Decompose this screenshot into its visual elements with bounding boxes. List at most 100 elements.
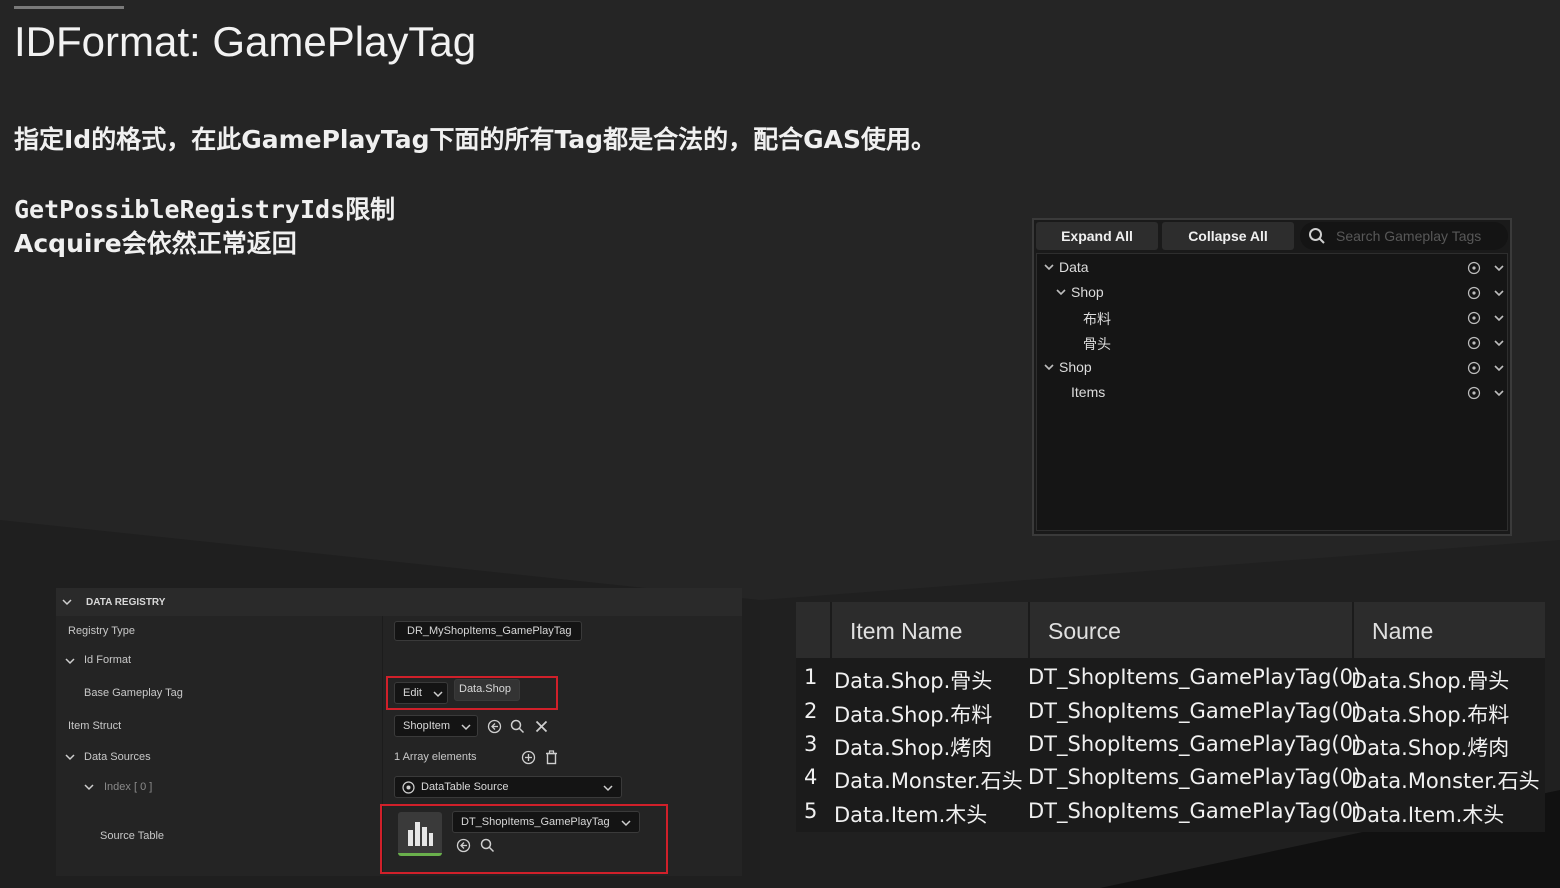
row-source: DT_ShopItems_GamePlayTag(0) [1028,765,1362,789]
row-index: 4 [804,765,818,789]
header-label: Item Name [850,618,963,644]
source-type-dropdown[interactable]: DataTable Source [394,776,622,798]
chevron-down-icon[interactable] [1493,362,1505,374]
datatable-source-icon [402,781,415,794]
chevron-down-icon[interactable] [65,656,75,666]
tag-row-shop-items[interactable]: Items [1037,381,1507,406]
gameplay-tag-picker: Expand All Collapse All Search Gameplay … [1032,218,1512,536]
add-tag-icon[interactable] [1467,311,1481,325]
chevron-down-icon [461,724,471,731]
chevron-down-icon[interactable] [1055,286,1067,298]
tag-row-shop[interactable]: Shop [1037,356,1507,381]
tag-row-data[interactable]: Data [1037,256,1507,281]
datatable-thumbnail[interactable] [398,812,442,856]
data-sources-row: Data Sources 1 Array elements [56,742,742,772]
chevron-down-icon[interactable] [1493,337,1505,349]
header-label: Source [1048,618,1121,644]
tag-row-data-shop[interactable]: Shop [1037,281,1507,306]
chevron-down-icon[interactable] [1493,312,1505,324]
row-index: 1 [804,665,818,689]
base-gameplay-tag-label: Base Gameplay Tag [84,687,183,699]
tag-search-input[interactable]: Search Gameplay Tags [1300,222,1508,250]
data-registry-header[interactable]: DATA REGISTRY [56,588,742,616]
chevron-down-icon [603,785,613,792]
item-struct-dropdown[interactable]: ShopItem [394,715,478,737]
registry-type-field[interactable]: DR_MyShopItems_GamePlayTag [394,621,582,641]
chevron-down-icon[interactable] [62,597,72,607]
row-item-name: Data.Shop.布料 [834,703,993,727]
edit-label: Edit [403,687,422,699]
row-index: 2 [804,699,818,723]
source-table-label: Source Table [100,830,165,842]
id-format-row: Id Format [56,646,742,676]
table-row[interactable]: 3 Data.Shop.烤肉 DT_ShopItems_GamePlayTag(… [796,729,1545,761]
table-header-name[interactable]: Name [1354,602,1545,658]
tag-tree: Data Shop 布料 骨头 Shop Items [1036,253,1508,531]
add-tag-icon[interactable] [1467,386,1481,400]
search-icon [1309,228,1325,244]
row-name: Data.Shop.布料 [1351,703,1510,727]
note-acquire: Acquire会依然正常返回 [14,229,297,258]
add-tag-icon[interactable] [1467,336,1481,350]
base-tag-value[interactable]: Data.Shop [454,679,520,701]
edit-tag-dropdown[interactable]: Edit [394,682,448,704]
id-format-label: Id Format [84,654,132,666]
base-gameplay-tag-row: Base Gameplay Tag Edit Data.Shop [56,676,742,710]
use-selected-icon[interactable] [487,719,502,734]
registry-results-table: Item Name Source Name 1 Data.Shop.骨头 DT_… [796,602,1545,832]
table-row[interactable]: 5 Data.Item.木头 DT_ShopItems_GamePlayTag(… [796,796,1545,828]
section-title: DATA REGISTRY [86,597,166,608]
chevron-down-icon[interactable] [1493,387,1505,399]
row-source: DT_ShopItems_GamePlayTag(0) [1028,799,1362,823]
chevron-down-icon [433,691,443,698]
slide-subtitle: 指定Id的格式，在此GamePlayTag下面的所有Tag都是合法的，配合GAS… [14,125,936,154]
add-tag-icon[interactable] [1467,261,1481,275]
clear-icon[interactable] [534,719,549,734]
top-accent-line [14,6,124,9]
row-index: 5 [804,799,818,823]
search-icon[interactable] [480,838,495,853]
chevron-down-icon[interactable] [1493,287,1505,299]
row-source: DT_ShopItems_GamePlayTag(0) [1028,699,1362,723]
chevron-down-icon[interactable] [65,752,75,762]
table-row[interactable]: 2 Data.Shop.布料 DT_ShopItems_GamePlayTag(… [796,696,1545,728]
source-table-dropdown[interactable]: DT_ShopItems_GamePlayTag [452,811,640,833]
tag-label: Items [1071,384,1106,400]
add-tag-icon[interactable] [1467,286,1481,300]
chevron-down-icon[interactable] [1493,262,1505,274]
tag-row-buliao[interactable]: 布料 [1037,306,1507,331]
note-possible-registry-ids: GetPossibleRegistryIds限制 [14,195,396,224]
row-name: Data.Monster.石头 [1351,769,1540,793]
tag-row-gutou[interactable]: 骨头 [1037,331,1507,356]
row-item-name: Data.Monster.石头 [834,769,1023,793]
table-header-item-name[interactable]: Item Name [832,602,1030,658]
tag-search-placeholder: Search Gameplay Tags [1336,228,1482,244]
table-row[interactable]: 1 Data.Shop.骨头 DT_ShopItems_GamePlayTag(… [796,662,1545,694]
table-row[interactable]: 4 Data.Monster.石头 DT_ShopItems_GamePlayT… [796,762,1545,794]
chevron-down-icon[interactable] [1043,261,1055,273]
add-element-icon[interactable] [521,750,536,765]
chevron-down-icon[interactable] [1043,361,1055,373]
table-header-index [796,602,832,658]
tag-label: Shop [1071,284,1104,300]
use-selected-icon[interactable] [456,838,471,853]
tag-label: 布料 [1083,311,1111,327]
registry-type-label: Registry Type [68,625,136,637]
search-icon[interactable] [510,719,525,734]
chevron-down-icon [621,820,631,827]
collapse-all-button[interactable]: Collapse All [1162,222,1294,250]
expand-all-button[interactable]: Expand All [1036,222,1158,250]
index-label: Index [ 0 ] [104,781,153,793]
row-name: Data.Shop.烤肉 [1351,736,1510,760]
add-tag-icon[interactable] [1467,361,1481,375]
slide-title: IDFormat: GamePlayTag [14,18,477,65]
table-header-source[interactable]: Source [1030,602,1354,658]
row-source: DT_ShopItems_GamePlayTag(0) [1028,665,1362,689]
trash-icon[interactable] [544,750,559,765]
row-name: Data.Item.木头 [1351,803,1505,827]
data-registry-panel: DATA REGISTRY Registry Type DR_MyShopIte… [56,588,742,876]
chevron-down-icon[interactable] [84,782,94,792]
tag-label: Shop [1059,359,1092,375]
tag-label: Data [1059,259,1089,275]
data-sources-label: Data Sources [84,751,151,763]
